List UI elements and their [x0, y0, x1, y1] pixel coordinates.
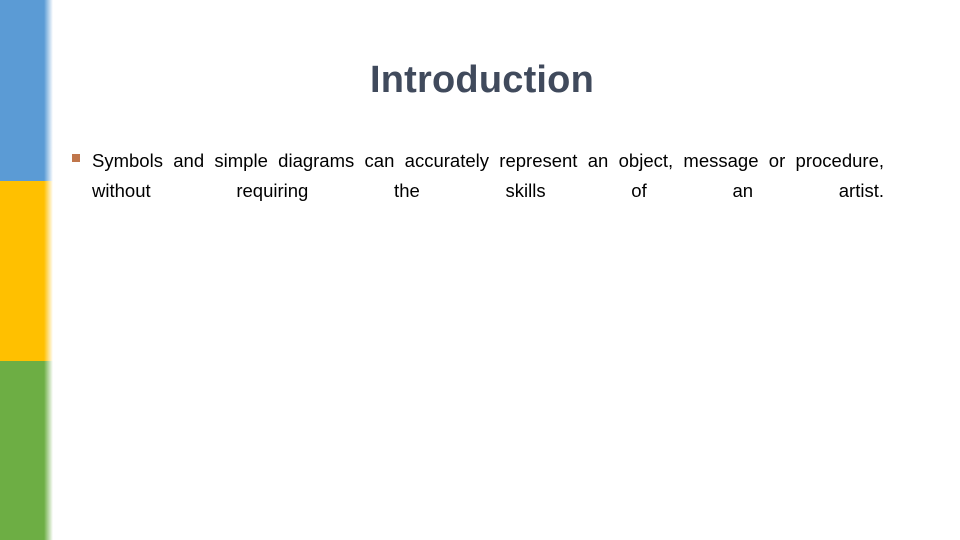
- accent-fade-yellow: [44, 181, 53, 361]
- accent-segment-yellow: [0, 181, 44, 361]
- list-item-text: Symbols and simple diagrams can accurate…: [92, 150, 884, 201]
- page-title: Introduction: [369, 59, 595, 101]
- accent-fade-green: [44, 361, 53, 540]
- accent-segment-blue: [0, 0, 44, 181]
- accent-segment-green: [0, 361, 44, 540]
- slide-canvas: Introduction Symbols and simple diagrams…: [0, 0, 960, 540]
- left-accent-bar-fade: [44, 0, 53, 540]
- accent-fade-blue: [44, 0, 53, 181]
- square-bullet-icon: [72, 154, 80, 162]
- list-item: Symbols and simple diagrams can accurate…: [72, 146, 884, 236]
- body-text-block: Symbols and simple diagrams can accurate…: [72, 146, 884, 236]
- left-accent-bar: [0, 0, 44, 540]
